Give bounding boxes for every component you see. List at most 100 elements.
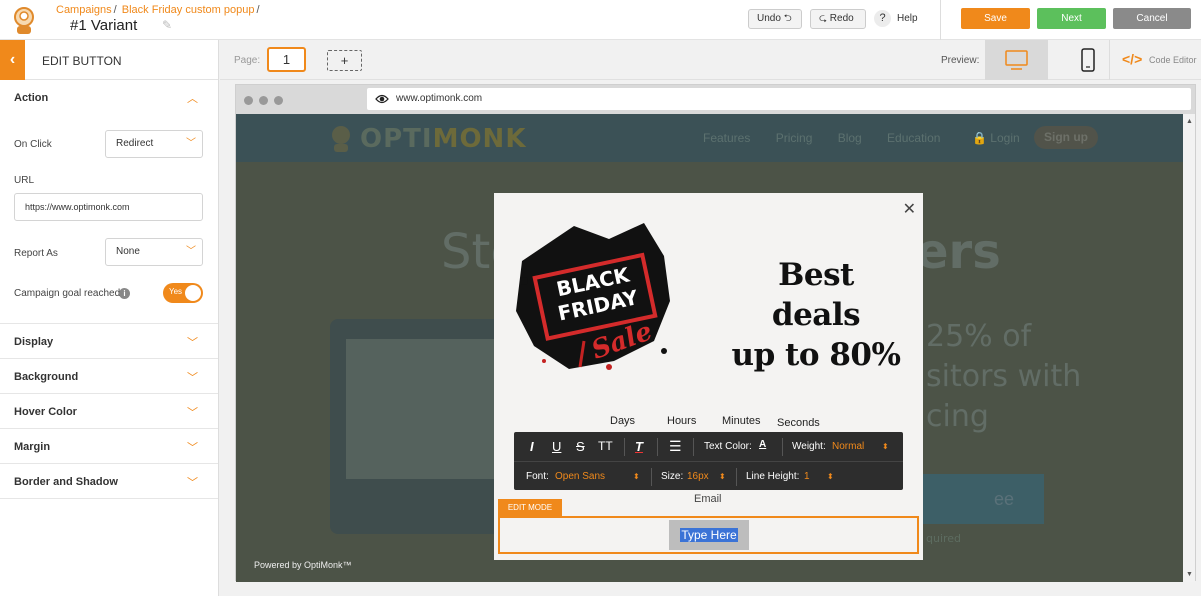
- url-label: URL: [14, 175, 35, 186]
- undo-icon: ⮌: [783, 13, 792, 24]
- font-stepper-icon[interactable]: ⬍: [633, 472, 640, 481]
- scroll-down-icon[interactable]: ▼: [1186, 571, 1193, 578]
- timer-seconds-label: Seconds: [777, 417, 820, 429]
- headline-line: up to 80%: [731, 337, 901, 373]
- preview-label: Preview:: [941, 55, 980, 66]
- breadcrumb-separator: /: [256, 4, 260, 16]
- text-format-toolbar: I U S TT T ☰ Text Color: A Weight: Norma…: [514, 432, 903, 490]
- weight-stepper-icon[interactable]: ⬍: [882, 442, 889, 451]
- site-hero-fragment: ers: [916, 224, 1001, 280]
- edit-button-panel: ‹ EDIT BUTTON Action ︿ On Click Redirect…: [0, 40, 219, 596]
- popup-headline[interactable]: Best deals up to 80%: [731, 255, 901, 375]
- address-bar: www.optimonk.com: [367, 88, 1191, 110]
- chevron-down-icon: ﹀: [187, 442, 198, 454]
- weight-value[interactable]: Normal: [832, 441, 864, 452]
- toggle-label: Yes: [169, 287, 183, 296]
- powered-by[interactable]: Powered by OptiMonk™: [254, 560, 352, 570]
- section-label: Hover Color: [14, 406, 77, 418]
- undo-label: Undo: [757, 13, 781, 24]
- add-page-button[interactable]: +: [327, 50, 362, 71]
- pencil-icon[interactable]: ✎: [162, 18, 176, 32]
- font-value[interactable]: Open Sans: [555, 471, 605, 482]
- divider: [940, 0, 941, 40]
- variant-title[interactable]: #1 Variant: [70, 17, 137, 34]
- strikethrough-button[interactable]: S: [576, 439, 585, 454]
- divider: [782, 438, 783, 456]
- cancel-button[interactable]: Cancel: [1113, 8, 1191, 29]
- scroll-up-icon[interactable]: ▲: [1186, 118, 1193, 125]
- on-click-label: On Click: [14, 139, 52, 150]
- size-value[interactable]: 16px: [687, 471, 709, 482]
- clear-format-button[interactable]: T: [635, 439, 643, 454]
- section-label: Action: [14, 92, 49, 104]
- code-editor-button[interactable]: </> Code Editor: [1109, 40, 1201, 80]
- chevron-down-icon: ﹀: [186, 246, 196, 257]
- site-navbar: OPTIMONK Features Pricing Blog Education…: [236, 114, 1183, 162]
- report-as-select[interactable]: None ﹀: [105, 238, 203, 266]
- section-margin-header[interactable]: Margin ﹀: [0, 429, 218, 464]
- desktop-preview-button[interactable]: [985, 40, 1048, 80]
- next-button[interactable]: Next: [1037, 8, 1106, 29]
- format-toolbar-row: I U S TT T ☰ Text Color: A Weight: Norma…: [514, 432, 903, 462]
- uppercase-button[interactable]: TT: [598, 439, 613, 453]
- site-logo-part: OPTI: [360, 124, 433, 154]
- on-click-value: Redirect: [116, 138, 154, 149]
- black-friday-sale-graphic: BLACK FRIDAY Sale: [516, 223, 670, 370]
- info-icon[interactable]: i: [119, 288, 130, 299]
- timer-minutes-label: Minutes: [722, 415, 761, 427]
- chevron-up-icon: ︿: [187, 93, 198, 105]
- url-text: www.optimonk.com: [396, 93, 483, 104]
- weight-label: Weight:: [792, 441, 826, 452]
- email-label: Email: [694, 493, 722, 505]
- back-arrow-icon[interactable]: ‹: [0, 40, 25, 80]
- undo-button[interactable]: Undo ⮌: [748, 9, 802, 29]
- top-bar: Campaigns / Black Friday custom popup / #1…: [0, 0, 1201, 40]
- panel-header: ‹ EDIT BUTTON: [0, 40, 218, 80]
- redo-label: Redo: [829, 13, 854, 24]
- code-editor-label: Code Editor: [1149, 55, 1197, 65]
- timer-days-label: Days: [610, 415, 636, 427]
- section-hover-color-header[interactable]: Hover Color ﹀: [0, 394, 218, 429]
- line-height-label: Line Height:: [746, 471, 800, 482]
- preview-scrollbar[interactable]: ▲ ▼: [1183, 114, 1195, 582]
- page-1-button[interactable]: 1: [267, 47, 306, 72]
- on-click-select[interactable]: Redirect ﹀: [105, 130, 203, 158]
- section-label: Border and Shadow: [14, 476, 118, 488]
- line-height-stepper-icon[interactable]: ⬍: [827, 472, 834, 481]
- section-label: Background: [14, 371, 79, 383]
- close-icon[interactable]: ✕: [903, 199, 916, 219]
- divider: [624, 438, 625, 456]
- breadcrumb-campaign-link[interactable]: Black Friday custom popup: [122, 4, 255, 16]
- divider: [693, 438, 694, 456]
- save-button[interactable]: Save: [961, 8, 1030, 29]
- site-logo-part: MONK: [432, 124, 527, 154]
- section-border-shadow-header[interactable]: Border and Shadow ﹀: [0, 464, 218, 499]
- redo-button[interactable]: ⮎ Redo: [810, 9, 866, 29]
- align-icon[interactable]: ☰: [669, 438, 682, 455]
- site-login-label: Login: [990, 131, 1020, 145]
- optimonk-logo-icon[interactable]: [8, 4, 40, 36]
- campaign-goal-toggle[interactable]: Yes: [163, 283, 203, 303]
- mobile-preview-button[interactable]: [1068, 40, 1108, 80]
- line-height-value[interactable]: 1: [804, 471, 810, 482]
- section-display-header[interactable]: Display ﹀: [0, 324, 218, 359]
- panel-title: EDIT BUTTON: [42, 54, 122, 68]
- breadcrumb-campaigns-link[interactable]: Campaigns: [56, 4, 112, 16]
- divider: [736, 468, 737, 486]
- section-action-header[interactable]: Action ︿: [0, 80, 218, 115]
- underline-button[interactable]: U: [552, 439, 561, 454]
- site-links: Features Pricing Blog Education: [703, 131, 941, 145]
- help-label[interactable]: Help: [897, 13, 918, 24]
- help-icon[interactable]: ?: [874, 10, 891, 27]
- size-stepper-icon[interactable]: ⬍: [719, 472, 726, 481]
- text-color-label: Text Color:: [704, 441, 752, 452]
- editor-toolbar: Page: 1 + Preview: </> Code Editor: [220, 40, 1201, 80]
- redo-icon: ⮎: [819, 13, 828, 24]
- popup-cta-button[interactable]: Type Here: [669, 520, 749, 550]
- section-background-header[interactable]: Background ﹀: [0, 359, 218, 394]
- italic-button[interactable]: I: [530, 439, 534, 454]
- text-color-icon[interactable]: A: [759, 439, 766, 450]
- url-input[interactable]: [14, 193, 203, 221]
- cta-button-text[interactable]: Type Here: [680, 528, 738, 542]
- headline-line: Best deals: [771, 257, 861, 333]
